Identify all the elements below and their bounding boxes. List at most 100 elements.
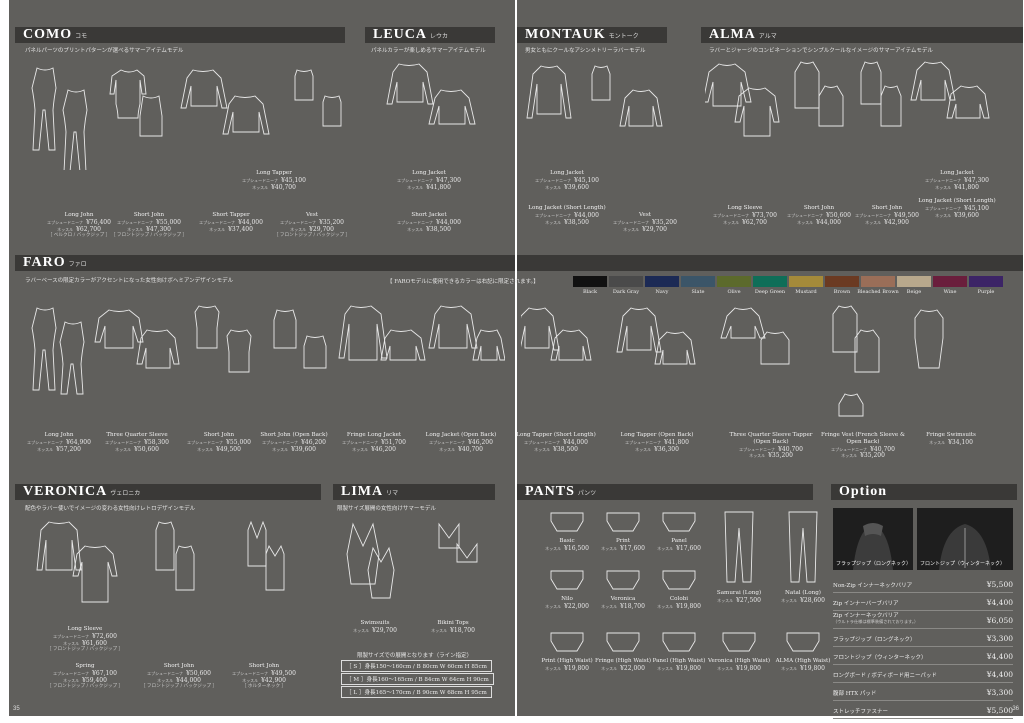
option-photo-caption-2: フロントジップ（ウィンターネック） [920,561,1006,567]
como-title: COMO [23,27,73,42]
pants-illustration [550,632,584,652]
option-name: Zip インナーバーブバリア [833,601,899,607]
faro-item-4: Short John (Open Back) エプシュードニーナ ¥46,200 ネッ… [260,432,328,453]
leuca-header: LEUCA レウカ [365,27,495,43]
option-photo-flap-zip: フラップジップ（ロングネック） [833,508,913,570]
alma-subtitle: ラバーとジャージのコンビネーションでシンプルクールなイメージのサマーアイテムモデ… [709,48,933,54]
faro-header-continued [517,255,1023,271]
pants-header: PANTS パンツ [517,484,813,500]
lima-illustrations [346,522,478,599]
option-row: フラップジップ（ロングネック） ¥3,300 [833,628,1013,647]
option-row: フロントジップ（ウィンターネック） ¥4,400 [833,646,1013,665]
como-subtitle: パネルパーツのプリントパターンが選べるサマーアイテムモデル [25,48,184,54]
option-name: Zip インナーネックバリア （ウルトラ仕様は標準装備されております。） [833,613,919,624]
como-item-3: Long Tapper エプシュードニーナ ¥45,100 ネッスル ¥40,700 [242,170,306,191]
como-item-1: Long John エプシュードニーナ ¥76,400 ネッスル ¥62,700 ［ ベル… [47,212,111,239]
pants-item: ALMA (High Waist) ネッスル ¥19,800 [775,658,831,672]
option-name: 腹部 HTX パッド [833,691,877,697]
option-price: ¥3,300 [986,634,1013,643]
option-price: ¥4,400 [986,652,1013,661]
option-header: Option [831,484,1017,500]
veronica-item-3: Short John エプシュードニーナ ¥50,600 ネッスル ¥44,000 ［ フ… [140,663,218,690]
pants-illustration [788,511,818,583]
lima-size-note: 限製サイズでの展開となります（ライン指定） [357,653,473,659]
como-item-2: Short John エプシュードニーナ ¥55,000 ネッスル ¥47,300 ［ フ… [110,212,188,239]
faro-header: FARO ファロ [15,255,515,271]
color-swatch [969,276,1003,287]
color-swatch [681,276,715,287]
option-row: Zip インナーバーブバリア ¥4,400 [833,592,1013,611]
faro-item-8: Long Tapper (Open Back) エプシュードニーナ ¥41,800 ネ… [620,432,694,453]
veronica-title: VERONICA [23,484,108,499]
option-row: Non-Zip インナーネックバリア ¥5,500 [833,574,1013,593]
leuca-item-1: Long Jacket エプシュードニーナ ¥47,300 ネッスル ¥41,800 [397,170,461,191]
alma-illustrations [705,61,990,137]
option-name: ロングボード / ボディボード用ニーパッド [833,673,937,679]
pants-illustration [606,570,640,590]
faro-item-1: Long John エプシュードニーナ ¥64,900 ネッスル ¥57,200 [27,432,91,453]
leuca-item-2: Short Jacket エプシュードニーナ ¥44,000 ネッスル ¥38,500 [397,212,461,233]
faro-title: FARO [23,255,66,270]
como-item-5: Vest エプシュードニーナ ¥35,200 ネッスル ¥29,700 ［ フロントジップ… [273,212,351,239]
page-number-right: 36 [1012,706,1019,712]
lima-size-l: ［ L ］身長165〜170cm / B 90cm W 68cm H 95cm [341,686,492,698]
faro-item-3: Short John エプシュードニーナ ¥55,000 ネッスル ¥49,500 [187,432,251,453]
color-swatch [789,276,823,287]
option-name: フロントジップ（ウィンターネック） [833,655,927,661]
color-swatch [897,276,931,287]
pants-illustration [606,512,640,532]
faro-color-note: 【 FAROモデルに使用できるカラーは右記に限定されます。】 [387,279,539,285]
option-row: Zip インナーネックバリア （ウルトラ仕様は標準装備されております。） ¥6,05… [833,610,1013,629]
pants-item: Natal (Long) ネッスル ¥28,600 [781,590,825,604]
veronica-kana: ヴェロニカ [110,489,141,497]
lima-item-2: Bikini Tops ネッスル ¥18,700 [431,620,475,634]
veronica-subtitle: 配色やラバー使いでイメージの変わる女性向けレトロデザインモデル [25,506,196,512]
leuca-illustrations [386,63,476,125]
pants-illustration [550,512,584,532]
pants-illustration [724,511,754,583]
pants-kana: パンツ [577,489,597,497]
faro-item-10: Fringe Vest (French Sleeve & Open Back) エ… [821,432,905,460]
catalog-page-right: MONTAUK モントーク 男女ともにクールなアシンメトリーラバーモデル Lon… [387,0,1023,719]
option-photo-front-zip: フロントジップ（ウィンターネック） [917,508,1013,570]
option-price: ¥5,500 [986,706,1013,715]
pants-illustration [606,632,640,652]
alma-header: ALMA アルマ [701,27,1023,43]
pants-illustration [786,632,820,652]
pants-illustration [722,632,756,652]
veronica-item-4: Short John エプシュードニーナ ¥49,500 ネッスル ¥42,900 ［ ホ… [232,663,296,690]
alma-title: ALMA [709,27,756,42]
alma-kana: アルマ [758,32,777,40]
montauk-kana: モントーク [608,32,639,40]
montauk-illustrations [526,65,663,127]
alma-item-1: Long Sleeve エプシュードニーナ ¥73,700 ネッスル ¥62,700 [713,205,777,226]
option-price: ¥4,400 [986,598,1013,607]
pants-item: Panel ネッスル ¥17,600 [657,538,701,552]
color-swatch-label: Purple [977,289,995,295]
color-swatch [645,276,679,287]
como-header: COMO コモ [15,27,345,43]
pants-illustration [662,512,696,532]
montauk-header: MONTAUK モントーク [517,27,667,43]
lima-header: LIMA リマ [333,484,495,500]
pants-illustration [662,632,696,652]
alma-item-3: Short John エプシュードニーナ ¥49,500 ネッスル ¥42,900 [855,205,919,226]
como-item-4: Short Tapper エプシュードニーナ ¥44,000 ネッスル ¥37,400 [199,212,263,233]
option-price: ¥5,500 [986,580,1013,589]
lima-size-m: ［ M ］身長160〜165cm / B 84cm W 64cm H 90cm [341,673,494,685]
faro-item-5: Fringe Long Jacket エプシュードニーナ ¥51,700 ネッスル ¥4… [342,432,406,453]
catalog-page-left: COMO コモ パネルパーツのプリントパターンが選べるサマーアイテムモデル Lo… [9,0,515,716]
color-swatch [933,276,967,287]
faro-illustrations-left [31,305,505,395]
veronica-illustrations [36,520,285,603]
color-swatch [717,276,751,287]
como-kana: コモ [75,32,88,40]
option-price: ¥6,050 [986,616,1013,625]
lima-subtitle: 限製サイズ展開の女性向けサマーモデル [337,506,436,512]
veronica-item-1: Long Sleeve エプシュードニーナ ¥72,600 ネッスル ¥61,600 ［ … [46,626,124,653]
faro-illustrations-right [521,305,944,417]
option-name: Non-Zip インナーネックバリア [833,583,913,589]
option-row: ストレッチファスナー ¥5,500 [833,700,1013,719]
lima-item-1: Swimsuits ネッスル ¥29,700 [353,620,397,634]
faro-subtitle: ラバーベースの限定カラーがアクセントになった女性向けボヘミアンデザインモデル [25,278,234,284]
